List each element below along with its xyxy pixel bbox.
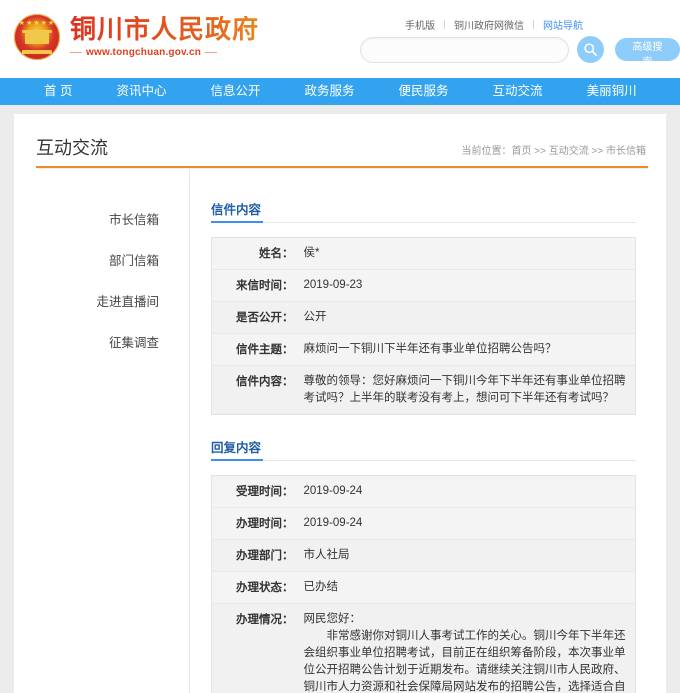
- table-row: 办理时间： 2019-09-24: [211, 508, 636, 540]
- site-url: www.tongchuan.gov.cn: [70, 47, 259, 58]
- sidebar-item-department-mailbox[interactable]: 部门信箱: [14, 250, 189, 269]
- sidebar: 市长信箱 部门信箱 走进直播间 征集调查: [14, 169, 190, 693]
- nav-item-news[interactable]: 资讯中心: [94, 78, 188, 105]
- letter-name-label: 姓名：: [259, 248, 294, 260]
- url-dash-right: [205, 52, 218, 53]
- url-dash-left: [70, 52, 82, 53]
- table-row: 是否公开： 公开: [211, 301, 636, 334]
- reply-handle-time-value: 2019-09-24: [303, 517, 363, 529]
- content-card: 互动交流 当前位置：首页 >> 互动交流 >> 市长信箱 市长信箱 部门信箱 走…: [14, 114, 666, 693]
- top-links: 手机版 铜川政府网微信 网站导航: [396, 17, 592, 32]
- reply-accept-time-label: 受理时间：: [236, 486, 294, 498]
- reply-handling-value: 网民您好： 非常感谢你对铜川人事考试工作的关心。铜川今年下半年还会组织事业单位招…: [298, 604, 636, 693]
- top-link-sitemap[interactable]: 网站导航: [534, 17, 592, 32]
- nav-item-public-service[interactable]: 便民服务: [377, 78, 471, 105]
- main-column: 信件内容 姓名： 侯* 来信时间： 2019-09-23 是否公开： 公开 信件…: [190, 169, 666, 693]
- letter-public-label: 是否公开：: [236, 312, 294, 324]
- reply-body-text: 非常感谢你对铜川人事考试工作的关心。铜川今年下半年还会组织事业单位招聘考试，目前…: [303, 630, 626, 693]
- emblem-gate: [22, 30, 52, 44]
- search-input[interactable]: [360, 36, 569, 63]
- search-bar: 高级搜索: [360, 36, 680, 68]
- letter-detail-table: 姓名： 侯* 来信时间： 2019-09-23 是否公开： 公开 信件主题： 麻…: [211, 237, 636, 415]
- reply-section-title: 回复内容: [211, 437, 636, 461]
- letter-subject-label: 信件主题：: [236, 344, 294, 356]
- status-badge: 已办结: [303, 581, 339, 593]
- reply-department-label: 办理部门：: [236, 550, 294, 562]
- top-link-mobile[interactable]: 手机版: [396, 17, 444, 32]
- reply-status-label: 办理状态：: [236, 582, 294, 594]
- nav-item-open-info[interactable]: 信息公开: [189, 78, 283, 105]
- main-navigation: 首 页 资讯中心 信息公开 政务服务 便民服务 互动交流 美丽铜川: [0, 78, 680, 105]
- reply-handling-label: 办理情况：: [236, 614, 294, 626]
- site-url-text: www.tongchuan.gov.cn: [86, 47, 202, 58]
- reply-handle-time-label: 办理时间：: [236, 518, 294, 530]
- site-logo[interactable]: ★★★★★ 铜川市人民政府 www.tongchuan.gov.cn: [14, 14, 259, 60]
- letter-name-value: 侯*: [303, 247, 320, 259]
- search-button[interactable]: [576, 36, 604, 63]
- top-link-wechat[interactable]: 铜川政府网微信: [445, 17, 533, 32]
- table-row: 办理状态： 已办结: [211, 572, 636, 604]
- letter-content-value: 尊敬的领导：您好麻烦问一下铜川今年下半年还有事业单位招聘考试吗？上半年的联考没有…: [303, 375, 626, 404]
- search-icon: [584, 43, 597, 56]
- letter-content-label: 信件内容：: [236, 376, 294, 388]
- table-row: 姓名： 侯*: [211, 238, 636, 270]
- table-row: 办理部门： 市人社局: [211, 539, 636, 572]
- nav-item-home[interactable]: 首 页: [22, 78, 94, 105]
- table-row: 信件内容： 尊敬的领导：您好麻烦问一下铜川今年下半年还有事业单位招聘考试吗？上半…: [211, 365, 636, 415]
- table-row: 办理情况： 网民您好： 非常感谢你对铜川人事考试工作的关心。铜川今年下半年还会组…: [211, 603, 636, 693]
- page-header: 互动交流 当前位置：首页 >> 互动交流 >> 市长信箱: [14, 114, 666, 166]
- reply-greeting: 网民您好：: [303, 613, 362, 625]
- national-emblem-icon: ★★★★★: [14, 14, 60, 60]
- nav-item-interaction[interactable]: 互动交流: [471, 78, 565, 105]
- nav-item-beautiful-tongchuan[interactable]: 美丽铜川: [565, 78, 659, 105]
- letter-public-value: 公开: [303, 311, 327, 323]
- site-header: ★★★★★ 铜川市人民政府 www.tongchuan.gov.cn 手机版 铜…: [0, 0, 680, 78]
- letter-date-value: 2019-09-23: [303, 279, 363, 291]
- page-body: 市长信箱 部门信箱 走进直播间 征集调查 信件内容 姓名： 侯* 来信时间： 2…: [14, 169, 666, 693]
- sidebar-item-live-room[interactable]: 走进直播间: [14, 291, 189, 310]
- nav-item-gov-service[interactable]: 政务服务: [283, 78, 377, 105]
- letter-subject-value: 麻烦问一下铜川下半年还有事业单位招聘公告吗？: [303, 343, 557, 355]
- emblem-base: [22, 50, 52, 54]
- emblem-stars: ★★★★★: [18, 20, 56, 27]
- advanced-search-button[interactable]: 高级搜索: [614, 38, 680, 68]
- letter-date-label: 来信时间：: [236, 280, 294, 292]
- letter-section-title: 信件内容: [211, 199, 636, 223]
- table-row: 信件主题： 麻烦问一下铜川下半年还有事业单位招聘公告吗？: [211, 334, 636, 366]
- table-row: 受理时间： 2019-09-24: [211, 476, 636, 508]
- table-row: 来信时间： 2019-09-23: [211, 270, 636, 302]
- sidebar-item-survey[interactable]: 征集调查: [14, 332, 189, 351]
- breadcrumb: 当前位置：首页 >> 互动交流 >> 市长信箱: [461, 146, 646, 157]
- reply-department-value: 市人社局: [303, 549, 350, 561]
- reply-accept-time-value: 2019-09-24: [303, 485, 363, 497]
- page-title: 互动交流: [36, 138, 108, 158]
- site-title: 铜川市人民政府: [70, 15, 260, 45]
- sidebar-item-mayor-mailbox[interactable]: 市长信箱: [14, 209, 189, 228]
- reply-detail-table: 受理时间： 2019-09-24 办理时间： 2019-09-24 办理部门： …: [211, 475, 636, 693]
